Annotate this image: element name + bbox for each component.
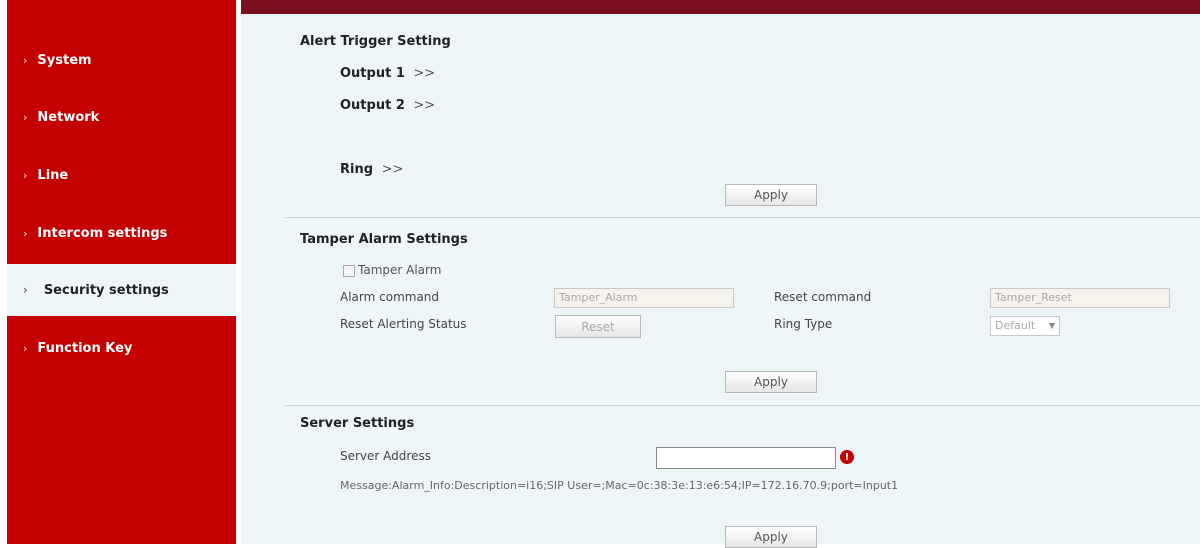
section-divider bbox=[285, 405, 1200, 406]
server-address-label: Server Address bbox=[340, 449, 431, 463]
header-bar bbox=[241, 0, 1200, 14]
error-icon: ! bbox=[840, 450, 854, 464]
expand-arrows-icon: >> bbox=[413, 66, 436, 81]
expand-arrows-icon: >> bbox=[413, 98, 436, 113]
sidebar-item-label: Function Key bbox=[37, 340, 133, 356]
sidebar-item-label: Network bbox=[37, 109, 100, 125]
ring-type-select[interactable]: Default ▼ bbox=[990, 316, 1060, 336]
sidebar-item-intercom-settings[interactable]: › Intercom settings bbox=[7, 207, 236, 259]
ring-label: Ring bbox=[340, 162, 374, 177]
ring-type-value: Default bbox=[995, 319, 1036, 332]
alert-trigger-title: Alert Trigger Setting bbox=[300, 34, 451, 49]
chevron-right-icon: › bbox=[23, 110, 28, 124]
ring-link[interactable]: Ring >> bbox=[340, 162, 403, 177]
output-1-label: Output 1 bbox=[340, 66, 405, 81]
server-settings-title: Server Settings bbox=[300, 416, 415, 431]
sidebar-item-function-key[interactable]: › Function Key bbox=[7, 322, 236, 374]
chevron-right-icon: › bbox=[23, 53, 28, 67]
chevron-right-icon: › bbox=[23, 226, 28, 240]
sidebar-item-system[interactable]: › System bbox=[7, 34, 236, 86]
tamper-apply-button[interactable]: Apply bbox=[725, 371, 817, 393]
ring-type-label: Ring Type bbox=[774, 317, 833, 331]
sidebar-item-label: Security settings bbox=[43, 282, 169, 298]
sidebar-item-security-settings[interactable]: › Security settings bbox=[7, 264, 236, 316]
chevron-right-icon: › bbox=[23, 341, 28, 355]
output-2-label: Output 2 bbox=[340, 98, 405, 113]
main-content: Alert Trigger Setting Output 1 >> Output… bbox=[241, 14, 1200, 548]
tamper-alarm-title: Tamper Alarm Settings bbox=[300, 232, 468, 247]
sidebar-item-network[interactable]: › Network bbox=[7, 91, 236, 143]
server-apply-button[interactable]: Apply bbox=[725, 526, 817, 548]
tamper-alarm-checkbox[interactable] bbox=[343, 265, 355, 277]
sidebar-item-label: Line bbox=[37, 167, 69, 183]
output-1-link[interactable]: Output 1 >> bbox=[340, 66, 435, 81]
reset-button[interactable]: Reset bbox=[555, 315, 641, 338]
expand-arrows-icon: >> bbox=[381, 162, 404, 177]
sidebar-item-label: Intercom settings bbox=[37, 225, 168, 241]
tamper-alarm-label: Tamper Alarm bbox=[358, 263, 442, 277]
server-address-input[interactable] bbox=[656, 447, 836, 469]
section-divider bbox=[285, 217, 1200, 218]
sidebar-item-line[interactable]: › Line bbox=[7, 149, 236, 201]
output-2-link[interactable]: Output 2 >> bbox=[340, 98, 435, 113]
alert-apply-button[interactable]: Apply bbox=[725, 184, 817, 206]
reset-alerting-status-label: Reset Alerting Status bbox=[340, 317, 467, 331]
chevron-right-icon: › bbox=[23, 168, 28, 182]
chevron-right-icon: › bbox=[23, 283, 28, 297]
chevron-down-icon: ▼ bbox=[1048, 321, 1055, 330]
sidebar: › System › Network › Line › Intercom set… bbox=[7, 0, 236, 544]
reset-command-input[interactable]: Tamper_Reset bbox=[990, 288, 1170, 308]
alarm-command-label: Alarm command bbox=[340, 290, 440, 304]
alarm-command-input[interactable]: Tamper_Alarm bbox=[554, 288, 734, 308]
server-message: Message:Alarm_Info:Description=i16;SIP U… bbox=[340, 479, 899, 492]
reset-command-label: Reset command bbox=[774, 290, 872, 304]
sidebar-item-label: System bbox=[37, 52, 92, 68]
